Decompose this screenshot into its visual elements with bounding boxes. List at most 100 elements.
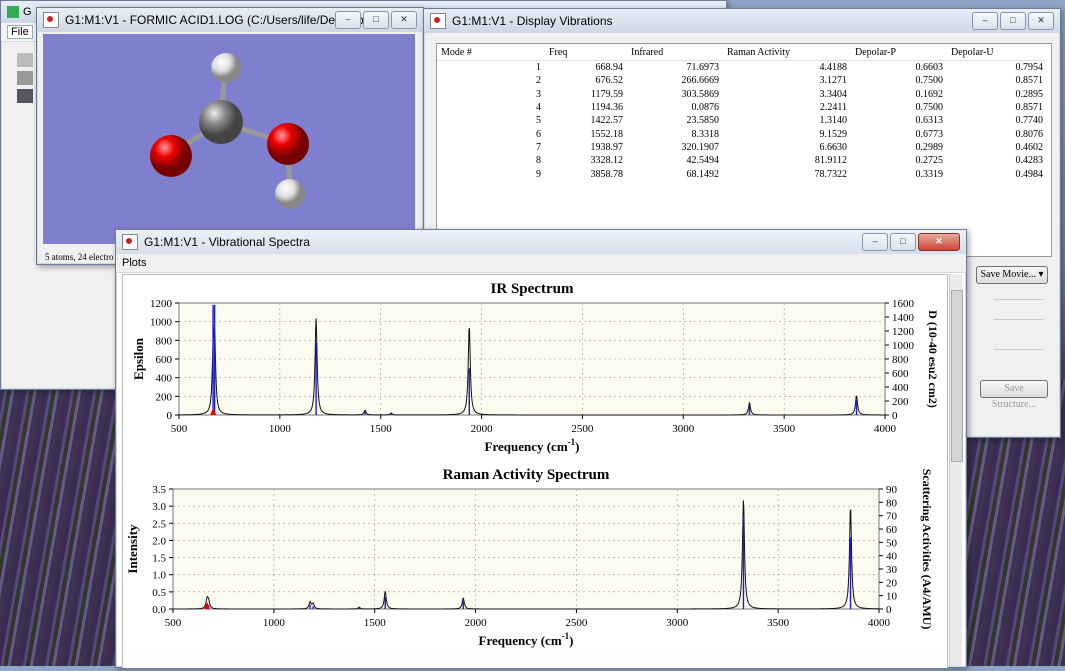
table-cell: 0.4984: [1015, 168, 1044, 180]
col-raman[interactable]: Raman Activity: [723, 44, 851, 61]
table-cell: 0.8571: [1015, 102, 1044, 114]
chart2-plot-frame: [172, 488, 880, 610]
chart2-ylabel: Intensity: [125, 524, 140, 574]
close-button[interactable]: ✕: [391, 11, 417, 29]
col-freq[interactable]: Freq: [545, 44, 627, 61]
chart2-tick-label-y-right: 90: [886, 484, 898, 496]
chart1-tick-label-y-right: 1400: [892, 312, 915, 324]
hydrogen-atom-top: [211, 53, 241, 83]
table-row[interactable]: 6 1552.18 8.3318 9.1529 0.6773 0.8076: [437, 127, 1047, 140]
chart2-tick-label-y-right: 0: [886, 604, 892, 616]
chart2-tick-label-x: 2500: [565, 617, 588, 629]
chart2-tick-label-y: 2.5: [152, 518, 166, 530]
molecule-window[interactable]: G1:M1:V1 - FORMIC ACID1.LOG (C:/Users/li…: [36, 7, 424, 265]
chart1-ylabel-right: D (10-40 esu2 cm2): [926, 310, 940, 408]
table-cell: 6.6630: [819, 141, 848, 153]
table-cell: 0.7740: [1015, 115, 1044, 127]
tool-icon-2[interactable]: [17, 71, 33, 85]
vertical-scrollbar[interactable]: [949, 274, 963, 666]
chart1-tick-label-x: 3000: [672, 423, 695, 435]
vibrations-table-panel[interactable]: Mode # Freq Infrared Raman Activity Depo…: [436, 43, 1052, 257]
table-cell: 3: [536, 88, 541, 100]
molecule-status: 5 atoms, 24 electro: [45, 252, 114, 262]
chart1-xlabel: Frequency (cm-1): [485, 437, 580, 454]
close-button[interactable]: ✕: [918, 233, 960, 251]
tool-icon-1[interactable]: [17, 53, 33, 67]
chart1-tick-label-y: 400: [156, 373, 173, 385]
table-cell: 0.8571: [1015, 75, 1044, 87]
chart1-tick-label-x: 2000: [471, 423, 494, 435]
minimize-button[interactable]: –: [972, 12, 998, 30]
main-window-title: G: [23, 6, 32, 18]
table-cell: 0.7954: [1015, 62, 1044, 74]
table-body: 1 668.94 71.6973 4.4188 0.6603 0.7954 2 676.52 2…: [437, 61, 1047, 181]
table-cell: 7: [536, 141, 541, 153]
table-header: Mode # Freq Infrared Raman Activity Depo…: [437, 44, 1047, 61]
table-row[interactable]: 3 1179.59 303.5869 3.3404 0.1692 0.2895: [437, 88, 1047, 101]
chart2-tick-label-y-right: 20: [886, 577, 898, 589]
save-movie-button[interactable]: Save Movie... ▾: [976, 266, 1048, 284]
vibrations-window-title: G1:M1:V1 - Display Vibrations: [452, 14, 613, 28]
table-cell: 0.3319: [915, 168, 944, 180]
molecule-window-title: G1:M1:V1 - FORMIC ACID1.LOG (C:/Users/li…: [65, 13, 378, 27]
chart2-tick-label-y: 3.0: [152, 501, 166, 513]
vibrations-window-titlebar[interactable]: G1:M1:V1 - Display Vibrations: [424, 9, 1060, 33]
save-movie-label: Save Movie...: [980, 269, 1036, 280]
formic-acid-model: [150, 53, 309, 209]
minimize-button[interactable]: –: [335, 11, 361, 29]
table-row[interactable]: 1 668.94 71.6973 4.4188 0.6603 0.7954: [437, 61, 1047, 75]
chart1-tick-label-y-right: 800: [892, 354, 909, 366]
chart2-tick-label-y-right: 30: [886, 564, 898, 576]
chart1-tick-label-y: 600: [156, 354, 173, 366]
maximize-button[interactable]: □: [363, 11, 389, 29]
chart2-tick-label-y-right: 50: [886, 537, 898, 549]
table-row[interactable]: 8 3328.12 42.5494 81.9112 0.2725 0.4283: [437, 154, 1047, 167]
chart1-title: IR Spectrum: [491, 281, 574, 297]
table-row[interactable]: 9 3858.78 68.1492 78.7322 0.3319 0.4984: [437, 167, 1047, 180]
chart1-tick-label-y-right: 1600: [892, 298, 915, 310]
minimize-button[interactable]: –: [862, 233, 888, 251]
spectra-window-titlebar[interactable]: G1:M1:V1 - Vibrational Spectra: [116, 230, 966, 254]
col-depolar-u[interactable]: Depolar-U: [947, 44, 1047, 61]
save-structure-button[interactable]: Save Structure...: [980, 380, 1048, 410]
table-cell: 0.2725: [915, 155, 944, 167]
table-cell: 0.6773: [915, 128, 944, 140]
chart1-tick-label-y-right: 1200: [892, 326, 915, 338]
table-row[interactable]: 2 676.52 266.6669 3.1271 0.7500 0.8571: [437, 74, 1047, 87]
spectra-plots[interactable]: 500 1000 1500 2000 2500 3000 3500 4000020040060…: [123, 275, 947, 668]
vibrations-table[interactable]: Mode # Freq Infrared Raman Activity Depo…: [437, 44, 1047, 181]
gaussian-doc-icon: [43, 12, 59, 28]
oxygen-atom-carbonyl: [150, 135, 192, 177]
table-cell: 303.5869: [681, 88, 720, 100]
table-cell: 3.1271: [819, 75, 848, 87]
close-button[interactable]: ✕: [1028, 12, 1054, 30]
col-depolar-p[interactable]: Depolar-P: [851, 44, 947, 61]
scrollbar-thumb[interactable]: [951, 290, 963, 462]
table-cell: 266.6669: [681, 75, 720, 87]
chart2-tick-label-x: 4000: [868, 617, 891, 629]
chart2-tick-label-y: 1.0: [152, 570, 166, 582]
table-row[interactable]: 5 1422.57 23.5850 1.3140 0.6313 0.7740: [437, 114, 1047, 127]
chart2-tick-label-x: 1000: [263, 617, 286, 629]
table-cell: 9.1529: [819, 128, 848, 140]
chart2-ylabel-right: Scattering Activities (A4/AMU): [920, 469, 934, 630]
chart1-tick-label-y: 200: [156, 391, 173, 403]
table-cell: 0.0876: [691, 102, 720, 114]
table-row[interactable]: 4 1194.36 0.0876 2.2411 0.7500 0.8571: [437, 101, 1047, 114]
table-cell: 23.5850: [686, 115, 720, 127]
panel-divider: [994, 319, 1044, 320]
tool-icon-3[interactable]: [17, 89, 33, 103]
maximize-button[interactable]: □: [890, 233, 916, 251]
chart1-tick-label-y-right: 200: [892, 396, 909, 408]
table-row[interactable]: 7 1938.97 320.1907 6.6630 0.2989 0.4602: [437, 141, 1047, 154]
chart2-tick-label-y-right: 10: [886, 591, 898, 603]
table-cell: 8: [536, 155, 541, 167]
spectra-window[interactable]: G1:M1:V1 - Vibrational Spectra – □ ✕ Plo…: [115, 229, 967, 668]
col-mode[interactable]: Mode #: [437, 44, 545, 61]
maximize-button[interactable]: □: [1000, 12, 1026, 30]
chart2-tick-label-x: 2000: [465, 617, 488, 629]
molecule-viewport[interactable]: [43, 34, 415, 244]
menu-plots[interactable]: Plots: [122, 257, 146, 269]
col-infrared[interactable]: Infrared: [627, 44, 723, 61]
menu-file[interactable]: File: [7, 25, 33, 39]
